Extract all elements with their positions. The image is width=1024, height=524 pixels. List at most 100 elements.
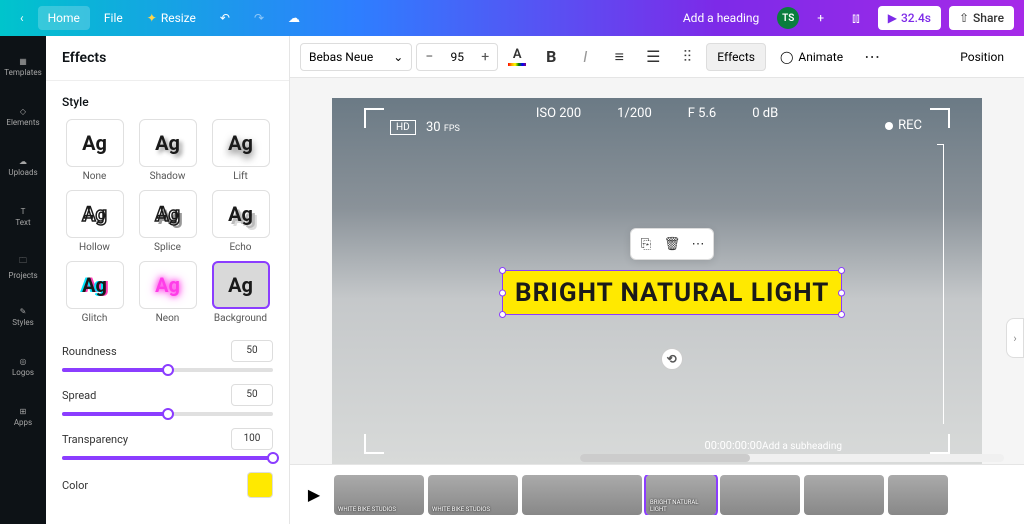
style-section-label: Style (62, 95, 273, 109)
analytics-button[interactable]: ⫾⫾ (842, 6, 870, 31)
duplicate-button[interactable]: ⎘ (634, 232, 658, 256)
resize-handle[interactable] (499, 289, 506, 296)
apps-icon: ⊞ (20, 407, 27, 416)
resize-button[interactable]: ✦Resize (137, 6, 206, 30)
slider-track[interactable] (62, 456, 273, 460)
video-frame[interactable]: ISO 200 1/200 F 5.6 0 dB HD 30 FPS REC 0… (332, 98, 982, 464)
slider-track[interactable] (62, 412, 273, 416)
expand-tab[interactable]: › (1006, 318, 1024, 358)
elements-icon: ◇ (20, 107, 26, 116)
more-button[interactable]: ⋯ (857, 43, 887, 71)
slider-value[interactable]: 50 (231, 340, 273, 362)
rail-styles[interactable]: ✎Styles (0, 294, 46, 340)
rail-templates[interactable]: ▦Templates (0, 44, 46, 90)
cloud-sync-icon[interactable]: ☁ (278, 6, 310, 30)
style-none[interactable]: AgNone (62, 119, 127, 182)
rail-projects[interactable]: 🗀Projects (0, 244, 46, 290)
rail-logos[interactable]: ◎Logos (0, 344, 46, 390)
slider-transparency: Transparency100 (62, 428, 273, 460)
play-button[interactable]: ▶ (300, 481, 328, 509)
redo-button[interactable]: ↷ (244, 6, 274, 30)
style-hollow[interactable]: AgHollow (62, 190, 127, 253)
bold-button[interactable]: B (536, 43, 566, 71)
effects-panel: Effects Style AgNoneAgShadowAgLift AgHoll… (46, 36, 290, 524)
timeline-clip[interactable]: WHITE BIKE STUDIOS (428, 475, 518, 515)
decrease-size-button[interactable]: − (417, 43, 441, 71)
hud-fps: 30 FPS (426, 120, 460, 135)
templates-icon: ▦ (19, 57, 27, 66)
timeline-clip[interactable] (804, 475, 884, 515)
title-input[interactable]: Add a heading (673, 6, 769, 30)
undo-button[interactable]: ↶ (210, 6, 240, 30)
hud-rec: REC (885, 118, 922, 133)
style-echo[interactable]: AgEcho (208, 190, 273, 253)
timeline-clip[interactable]: WHITE BIKE STUDIOS (334, 475, 424, 515)
timeline: ▶ WHITE BIKE STUDIOSWHITE BIKE STUDIOS BR… (290, 464, 1024, 524)
style-neon[interactable]: AgNeon (135, 261, 200, 324)
effects-button[interactable]: Effects (706, 43, 766, 71)
style-background[interactable]: AgBackground (208, 261, 273, 324)
position-button[interactable]: Position (950, 50, 1014, 64)
spacing-button[interactable]: ⫶⫶ (672, 43, 702, 71)
delete-button[interactable]: 🗑 (660, 232, 684, 256)
slider-value[interactable]: 50 (231, 384, 273, 406)
italic-button[interactable]: I (570, 43, 600, 71)
slider-roundness: Roundness50 (62, 340, 273, 372)
side-rail: ▦Templates◇Elements☁UploadsTText🗀Project… (0, 36, 46, 524)
back-button[interactable]: ‹ (10, 6, 34, 30)
list-button[interactable]: ☰ (638, 43, 668, 71)
element-toolbar: ⎘ 🗑 ⋯ (630, 228, 714, 260)
element-more-button[interactable]: ⋯ (686, 232, 710, 256)
present-button[interactable]: ▶ 32.4s (878, 6, 941, 30)
rail-text[interactable]: TText (0, 194, 46, 240)
avatar[interactable]: TS (777, 7, 799, 29)
resize-handle[interactable] (499, 267, 506, 274)
resize-handle[interactable] (499, 311, 506, 318)
share-button[interactable]: ⇧ Share (949, 6, 1014, 30)
hud-iso: ISO 200 (536, 106, 581, 121)
timeline-clip[interactable] (720, 475, 800, 515)
styles-icon: ✎ (20, 307, 27, 316)
timeline-clip[interactable]: BRIGHT NATURAL LIGHT (646, 475, 716, 515)
style-splice[interactable]: AgSplice (135, 190, 200, 253)
font-size-stepper[interactable]: − 95 + (416, 43, 498, 71)
text-icon: T (21, 207, 26, 216)
file-menu[interactable]: File (94, 6, 133, 30)
timeline-clip[interactable] (888, 475, 948, 515)
selected-text-element[interactable]: BRIGHT NATURAL LIGHT ⟲ (502, 270, 842, 315)
font-color-button[interactable]: A (502, 43, 532, 71)
rail-apps[interactable]: ⊞Apps (0, 394, 46, 440)
font-select[interactable]: Bebas Neue⌄ (300, 43, 412, 71)
resize-handle[interactable] (838, 289, 845, 296)
topbar: ‹ Home File ✦Resize ↶ ↷ ☁ Add a heading … (0, 0, 1024, 36)
style-lift[interactable]: AgLift (208, 119, 273, 182)
home-button[interactable]: Home (38, 6, 90, 30)
hud-hd: HD (390, 120, 416, 135)
animate-button[interactable]: ◯Animate (770, 43, 853, 71)
align-button[interactable]: ≡ (604, 43, 634, 71)
hud-aperture: F 5.6 (688, 106, 716, 121)
horizontal-scrollbar[interactable] (580, 454, 1004, 462)
hud-shutter: 1/200 (617, 106, 652, 121)
animate-icon: ◯ (780, 50, 793, 64)
uploads-icon: ☁ (19, 157, 27, 166)
subheading-placeholder[interactable]: Add a subheading (762, 441, 842, 452)
rotate-handle[interactable]: ⟲ (661, 348, 683, 370)
color-swatch[interactable] (247, 472, 273, 498)
chevron-down-icon: ⌄ (393, 50, 403, 64)
font-size-value[interactable]: 95 (441, 50, 473, 64)
hud-db: 0 dB (752, 106, 778, 121)
style-shadow[interactable]: AgShadow (135, 119, 200, 182)
timecode: 00:00:00:00 (705, 439, 762, 452)
logos-icon: ◎ (20, 357, 27, 366)
rail-elements[interactable]: ◇Elements (0, 94, 46, 140)
slider-value[interactable]: 100 (231, 428, 273, 450)
style-glitch[interactable]: AgGlitch (62, 261, 127, 324)
add-member-button[interactable]: + (807, 6, 834, 30)
panel-title: Effects (46, 36, 289, 81)
rail-uploads[interactable]: ☁Uploads (0, 144, 46, 190)
timeline-clip[interactable] (522, 475, 642, 515)
increase-size-button[interactable]: + (473, 43, 497, 71)
stage[interactable]: ISO 200 1/200 F 5.6 0 dB HD 30 FPS REC 0… (290, 78, 1024, 464)
slider-track[interactable] (62, 368, 273, 372)
